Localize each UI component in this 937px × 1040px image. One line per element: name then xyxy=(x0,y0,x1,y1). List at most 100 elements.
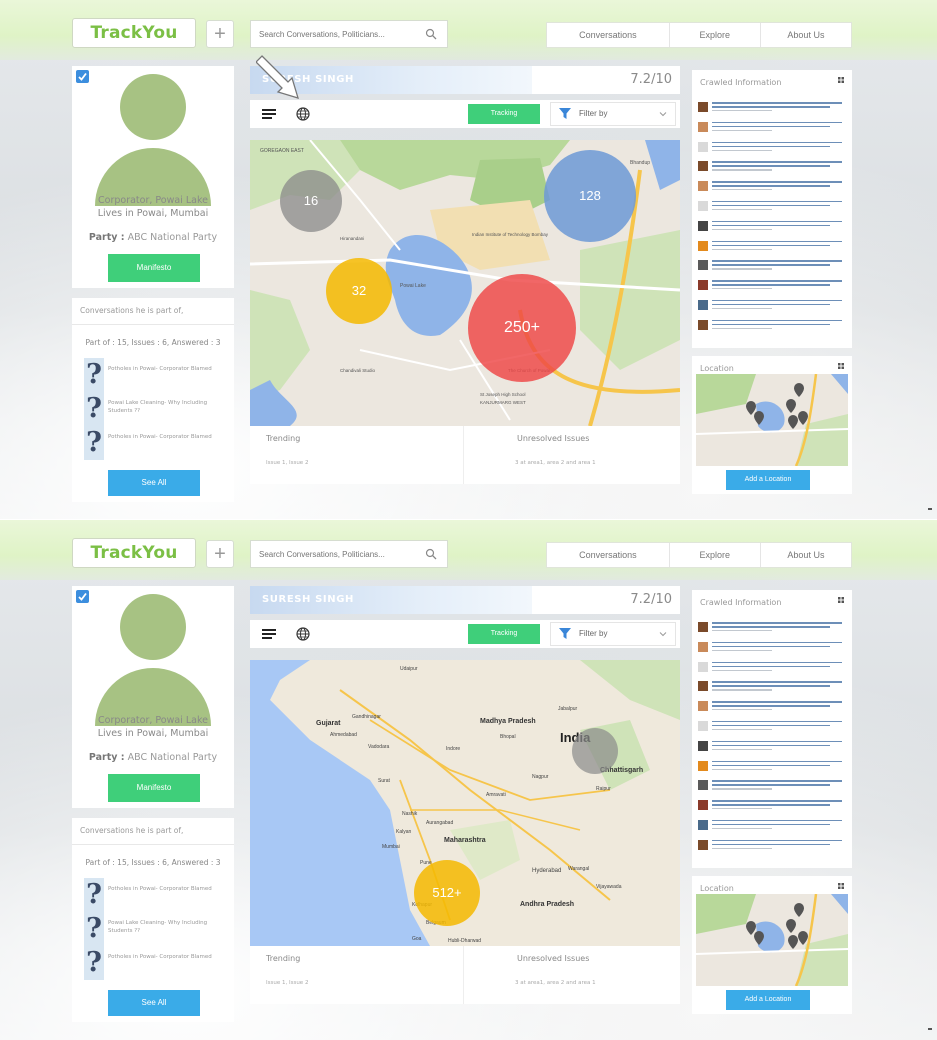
crawled-information-card: Crawled Information xyxy=(692,70,852,348)
conversation-item[interactable]: ? Potholes in Powai- Corporator Blamed xyxy=(84,878,224,912)
crawled-item[interactable] xyxy=(698,719,848,737)
cluster-bubble[interactable] xyxy=(572,728,618,774)
search-input[interactable] xyxy=(251,21,411,47)
crawled-item[interactable] xyxy=(698,239,848,257)
crawled-item[interactable] xyxy=(698,679,848,697)
map-label: Goa xyxy=(412,936,422,942)
add-location-button[interactable]: Add a Location xyxy=(726,990,810,1010)
crawled-information-card: Crawled Information xyxy=(692,590,852,868)
crawled-item[interactable] xyxy=(698,219,848,237)
unresolved-value[interactable]: 3 at area1, area 2 and area 1 xyxy=(515,460,596,466)
conversation-item[interactable]: ? Potholes in Powai- Corporator Blamed xyxy=(84,426,224,460)
search-icon[interactable] xyxy=(425,28,437,40)
location-minimap[interactable] xyxy=(696,894,848,986)
add-button[interactable]: + xyxy=(206,540,234,568)
nav-explore[interactable]: Explore xyxy=(670,23,761,47)
trending-value[interactable]: Issue 1, Issue 2 xyxy=(266,460,308,466)
search-input[interactable] xyxy=(251,541,411,567)
conversation-item[interactable]: ? Powai Lake Cleaning- Why Including Stud… xyxy=(84,912,224,946)
crawled-item[interactable] xyxy=(698,278,848,296)
nav-explore[interactable]: Explore xyxy=(670,543,761,567)
country-map[interactable]: Madhya Pradesh India Chhattisgarh Gujara… xyxy=(250,660,680,946)
crawled-item[interactable] xyxy=(698,179,848,197)
nav-about-us[interactable]: About Us xyxy=(761,23,851,47)
crawled-item[interactable] xyxy=(698,838,848,856)
globe-icon[interactable] xyxy=(296,107,310,121)
trackyou-logo[interactable]: TrackYou xyxy=(72,18,196,48)
crawled-item[interactable] xyxy=(698,699,848,717)
grid-icon[interactable] xyxy=(838,597,844,603)
grid-icon[interactable] xyxy=(838,77,844,83)
see-all-button[interactable]: See All xyxy=(108,470,200,496)
map-label: Kalyan xyxy=(396,829,412,835)
cluster-bubble[interactable]: 128 xyxy=(544,150,636,242)
crawled-item[interactable] xyxy=(698,159,848,177)
crawled-avatar xyxy=(698,622,708,632)
nav-about-us[interactable]: About Us xyxy=(761,543,851,567)
list-view-icon[interactable] xyxy=(262,109,276,119)
conversation-item[interactable]: ? Potholes in Powai- Corporator Blamed xyxy=(84,358,224,392)
crawled-text-line xyxy=(712,185,830,187)
crawled-item[interactable] xyxy=(698,818,848,836)
view-toolbar: Tracking Filter by xyxy=(250,620,680,648)
crawled-avatar xyxy=(698,819,708,830)
conversation-item[interactable]: ? Powai Lake Cleaning- Why Including Stud… xyxy=(84,392,224,426)
cluster-bubble[interactable]: 512+ xyxy=(414,860,480,926)
crawled-text-line xyxy=(712,827,772,830)
crawled-item[interactable] xyxy=(698,298,848,316)
manifesto-button[interactable]: Manifesto xyxy=(108,774,200,802)
nav-conversations[interactable]: Conversations xyxy=(547,23,670,47)
party-info: Party : ABC National Party xyxy=(72,232,234,243)
crawled-item[interactable] xyxy=(698,199,848,217)
conversation-stats: Part of : 15, Issues : 6, Answered : 3 xyxy=(85,338,221,347)
search-icon[interactable] xyxy=(425,548,437,560)
cluster-bubble[interactable]: 16 xyxy=(280,170,342,232)
crawled-item[interactable] xyxy=(698,640,848,658)
trackyou-logo[interactable]: TrackYou xyxy=(72,538,196,568)
nav-conversations[interactable]: Conversations xyxy=(547,543,670,567)
tracking-button[interactable]: Tracking xyxy=(468,624,540,644)
city-map[interactable]: GOREGAON EAST Powai Lake Indian Institut… xyxy=(250,140,680,426)
conversation-item[interactable]: ? Potholes in Powai- Corporator Blamed xyxy=(84,946,224,980)
globe-icon[interactable] xyxy=(296,627,310,641)
grid-icon[interactable] xyxy=(838,883,844,889)
crawled-item[interactable] xyxy=(698,140,848,158)
manifesto-button[interactable]: Manifesto xyxy=(108,254,200,282)
list-view-icon[interactable] xyxy=(262,629,276,639)
unresolved-label: Unresolved Issues xyxy=(517,434,590,443)
filter-icon xyxy=(559,108,571,119)
see-all-button[interactable]: See All xyxy=(108,990,200,1016)
grid-icon[interactable] xyxy=(838,363,844,369)
location-minimap[interactable] xyxy=(696,374,848,466)
politician-score: 7.2/10 xyxy=(532,66,680,94)
scroll-indicator[interactable] xyxy=(928,1028,932,1030)
crawled-text-line xyxy=(712,630,772,632)
unresolved-value[interactable]: 3 at area1, area 2 and area 1 xyxy=(515,980,596,986)
add-location-button[interactable]: Add a Location xyxy=(726,470,810,490)
crawled-text-line xyxy=(712,208,772,211)
location-card: Location Add a Location xyxy=(692,356,852,494)
crawled-item[interactable] xyxy=(698,798,848,816)
cluster-bubble[interactable]: 32 xyxy=(326,258,392,324)
trending-value[interactable]: Issue 1, Issue 2 xyxy=(266,980,308,986)
tracking-button[interactable]: Tracking xyxy=(468,104,540,124)
cluster-bubble[interactable]: 250+ xyxy=(468,274,576,382)
crawled-item[interactable] xyxy=(698,318,848,336)
add-button[interactable]: + xyxy=(206,20,234,48)
filter-dropdown[interactable]: Filter by xyxy=(550,102,676,126)
select-checkbox[interactable] xyxy=(76,590,89,603)
crawled-item[interactable] xyxy=(698,759,848,777)
crawled-text-line xyxy=(712,280,842,282)
crawled-item[interactable] xyxy=(698,620,848,638)
map-label: Surat xyxy=(378,778,391,784)
filter-dropdown[interactable]: Filter by xyxy=(550,622,676,646)
crawled-item[interactable] xyxy=(698,258,848,276)
crawled-text-line xyxy=(712,705,830,707)
select-checkbox[interactable] xyxy=(76,70,89,83)
crawled-item[interactable] xyxy=(698,739,848,757)
crawled-item[interactable] xyxy=(698,100,848,118)
crawled-item[interactable] xyxy=(698,778,848,796)
crawled-item[interactable] xyxy=(698,120,848,138)
crawled-item[interactable] xyxy=(698,660,848,678)
scroll-indicator[interactable] xyxy=(928,508,932,510)
